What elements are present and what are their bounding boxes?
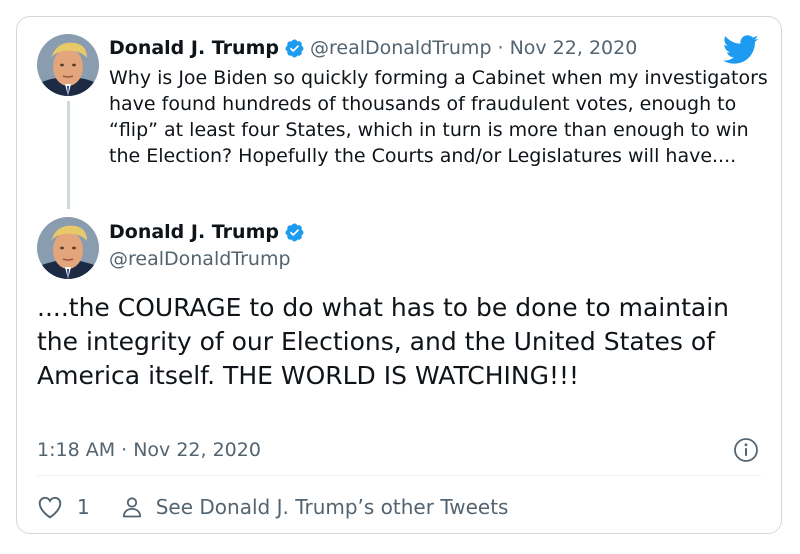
tweet-timestamp[interactable]: 1:18 AM · Nov 22, 2020 bbox=[37, 437, 261, 463]
author-name[interactable]: Donald J. Trump bbox=[109, 35, 279, 61]
verified-badge-icon bbox=[284, 38, 305, 59]
divider bbox=[37, 475, 761, 476]
person-icon[interactable] bbox=[120, 495, 144, 519]
tweet-date[interactable]: Nov 22, 2020 bbox=[510, 35, 638, 61]
see-other-tweets-link[interactable]: See Donald J. Trump’s other Tweets bbox=[156, 493, 509, 521]
like-count: 1 bbox=[77, 495, 90, 519]
heart-icon[interactable] bbox=[37, 495, 63, 519]
author-handle[interactable]: @realDonaldTrump bbox=[109, 246, 291, 272]
info-icon[interactable] bbox=[733, 437, 759, 463]
tweet1-header: Donald J. Trump @realDonaldTrump · Nov 2… bbox=[109, 35, 637, 61]
tweet2-text: ....the COURAGE to do what has to be don… bbox=[37, 293, 729, 390]
avatar[interactable] bbox=[37, 217, 99, 279]
embedded-tweet-card: Donald J. Trump @realDonaldTrump · Nov 2… bbox=[16, 16, 782, 534]
avatar[interactable] bbox=[37, 34, 99, 96]
author-name[interactable]: Donald J. Trump bbox=[109, 219, 279, 245]
separator-dot: · bbox=[497, 37, 504, 59]
author-handle[interactable]: @realDonaldTrump bbox=[310, 35, 492, 61]
tweet-footer: 1 See Donald J. Trump’s other Tweets bbox=[37, 493, 508, 521]
tweet2-header: Donald J. Trump bbox=[109, 219, 310, 245]
verified-badge-icon bbox=[284, 222, 305, 243]
twitter-bird-icon[interactable] bbox=[723, 35, 759, 65]
thread-connector-line bbox=[67, 101, 70, 209]
tweet1-text: Why is Joe Biden so quickly forming a Ca… bbox=[109, 67, 768, 167]
